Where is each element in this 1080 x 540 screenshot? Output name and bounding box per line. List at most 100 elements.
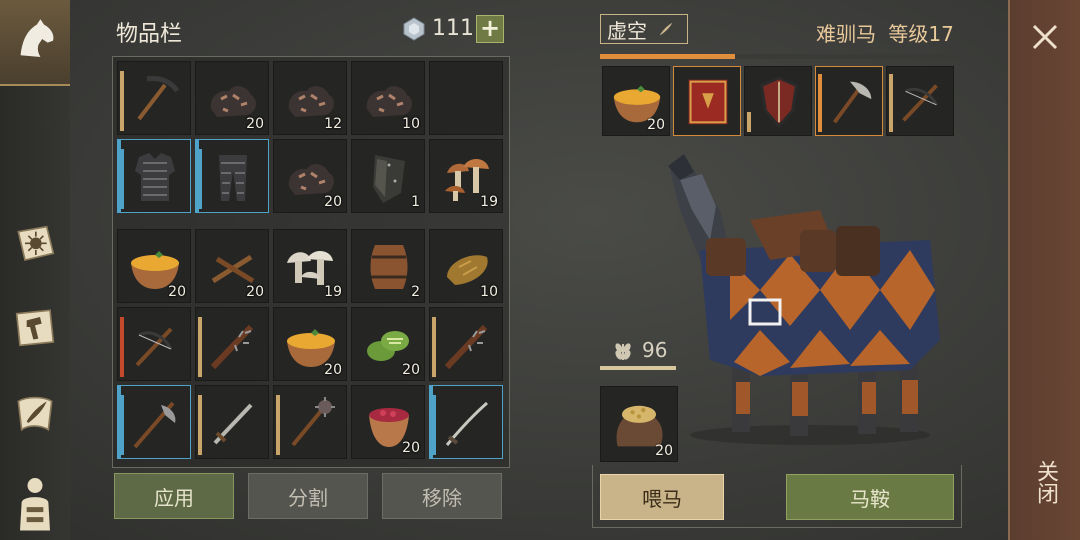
inventory-slot[interactable]: 20 xyxy=(117,229,191,303)
currency-count: 111 xyxy=(432,16,474,41)
left-nav-rail xyxy=(0,0,70,540)
feed-horse-button[interactable]: 喂马 xyxy=(600,474,724,520)
saddle-button[interactable]: 马鞍 xyxy=(786,474,954,520)
inventory-slot[interactable] xyxy=(117,385,191,459)
spiked-club-icon xyxy=(210,324,254,370)
hammer-scroll-icon xyxy=(15,309,55,347)
inventory-slot[interactable]: 20 xyxy=(273,307,347,381)
build-tab[interactable] xyxy=(8,300,62,354)
inventory-slot[interactable] xyxy=(429,307,503,381)
horse-type-label: 难驯马 xyxy=(816,22,876,46)
sun-book-icon xyxy=(17,225,55,262)
inventory-slot[interactable] xyxy=(117,61,191,135)
inventory-slot[interactable]: 20 xyxy=(351,307,425,381)
kite-shield-icon xyxy=(759,76,799,129)
horse-title: 难驯马 等级17 xyxy=(816,18,954,47)
item-count: 1 xyxy=(411,194,420,210)
quests-tab[interactable] xyxy=(8,386,62,440)
inventory-slot[interactable]: 20 xyxy=(195,61,269,135)
item-count: 20 xyxy=(246,284,264,300)
durability-bar xyxy=(198,149,202,209)
remove-button[interactable]: 移除 xyxy=(382,473,502,519)
close-label[interactable]: 关闭 xyxy=(1028,460,1062,504)
inventory-slot[interactable]: 19 xyxy=(429,139,503,213)
sword-icon xyxy=(213,403,253,445)
chainmail-leggings-icon xyxy=(219,155,247,201)
inventory-slot[interactable]: 10 xyxy=(429,229,503,303)
halberd-icon xyxy=(133,401,176,449)
inventory-slot[interactable]: 2 xyxy=(351,229,425,303)
durability-bar xyxy=(120,71,124,131)
inventory-slot[interactable]: 19 xyxy=(273,229,347,303)
durability-bar xyxy=(198,395,202,455)
horse-image xyxy=(668,154,940,445)
item-count: 20 xyxy=(647,117,665,133)
feed-value: 96 xyxy=(642,338,668,362)
inventory-slot[interactable] xyxy=(195,307,269,381)
horse-level-label: 等级17 xyxy=(888,22,954,46)
inventory-slot[interactable] xyxy=(195,139,269,213)
add-currency-button[interactable]: + xyxy=(476,15,504,43)
inventory-slot[interactable]: 12 xyxy=(273,61,347,135)
item-count: 20 xyxy=(168,284,186,300)
horse-head-icon xyxy=(20,19,54,57)
close-icon[interactable] xyxy=(1028,20,1062,54)
inventory-slot[interactable] xyxy=(429,385,503,459)
item-count: 20 xyxy=(246,116,264,132)
durability-bar xyxy=(120,317,124,377)
durability-bar xyxy=(198,317,202,377)
split-button[interactable]: 分割 xyxy=(248,473,368,519)
wheat-icon xyxy=(615,343,631,360)
quill-scroll-icon xyxy=(17,396,53,432)
horse-equipment-row: 20 xyxy=(600,66,954,138)
horse-equipment-slot[interactable] xyxy=(815,66,883,136)
barrel-icon xyxy=(370,245,408,289)
horse-name-field[interactable]: 虚空 xyxy=(600,14,688,44)
saber-icon xyxy=(445,401,488,446)
food-count: 20 xyxy=(655,443,673,459)
pickaxe-icon xyxy=(137,76,180,121)
inventory-slot[interactable] xyxy=(117,307,191,381)
pickaxe-axe-icon xyxy=(832,81,872,124)
apply-button[interactable]: 应用 xyxy=(114,473,234,519)
shield-plate-icon xyxy=(373,155,405,203)
durability-bar xyxy=(747,112,751,132)
inventory-title: 物品栏 xyxy=(116,22,183,47)
character-tab[interactable] xyxy=(8,468,62,538)
horse-name: 虚空 xyxy=(607,18,647,43)
inventory-slot[interactable]: 10 xyxy=(351,61,425,135)
crafting-book-tab[interactable] xyxy=(8,218,62,272)
red-book-icon xyxy=(688,79,728,125)
horse-equipment-slot[interactable] xyxy=(673,66,741,136)
item-count: 10 xyxy=(480,284,498,300)
item-count: 12 xyxy=(324,116,342,132)
food-slot[interactable]: 20 xyxy=(600,386,678,462)
horse-equipment-slot[interactable] xyxy=(886,66,954,136)
item-count: 20 xyxy=(324,194,342,210)
horse-equipment-slot[interactable]: 20 xyxy=(602,66,670,136)
item-count: 19 xyxy=(480,194,498,210)
inventory-slot[interactable] xyxy=(429,61,503,135)
gem-currency-icon xyxy=(403,17,425,41)
inventory-slot[interactable]: 20 xyxy=(273,139,347,213)
inventory-slot[interactable]: 20 xyxy=(195,229,269,303)
close-panel[interactable] xyxy=(1008,0,1080,540)
inventory-slot[interactable] xyxy=(195,385,269,459)
chainmail-armor-icon xyxy=(135,153,175,201)
item-count: 20 xyxy=(402,440,420,456)
inventory-slot[interactable]: 20 xyxy=(351,385,425,459)
item-count: 20 xyxy=(324,362,342,378)
crossbow-icon xyxy=(135,327,173,367)
inventory-slot[interactable] xyxy=(273,385,347,459)
horse-tab[interactable] xyxy=(0,0,70,86)
item-count: 19 xyxy=(324,284,342,300)
character-silhouette-icon xyxy=(20,478,50,531)
feed-divider xyxy=(600,366,676,370)
durability-bar xyxy=(120,395,124,455)
inventory-slot[interactable] xyxy=(117,139,191,213)
inventory-slot[interactable]: 1 xyxy=(351,139,425,213)
inventory-grid: 20 12 10 20 1 19 20 20 19 2 10 20 20 20 xyxy=(112,56,510,468)
horse-equipment-slot[interactable] xyxy=(744,66,812,136)
durability-bar xyxy=(120,149,124,209)
item-count: 20 xyxy=(402,362,420,378)
